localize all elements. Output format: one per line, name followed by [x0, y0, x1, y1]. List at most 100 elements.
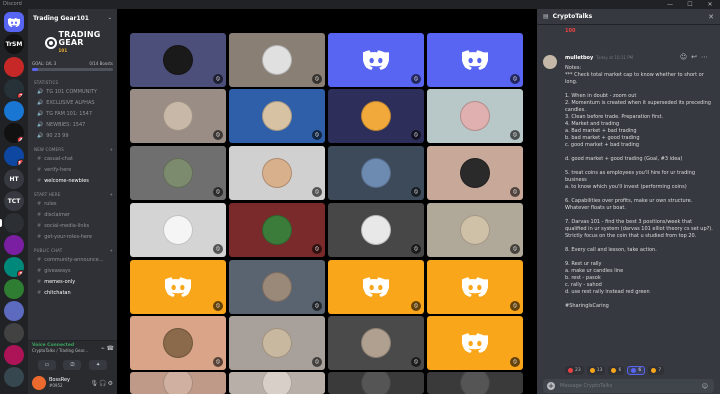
channel-start-3[interactable]: # get-your-roles-here [28, 232, 117, 243]
participant-tile[interactable]: ⦸ [427, 203, 523, 257]
add-channel-icon[interactable]: + [109, 147, 113, 152]
server-5-icon[interactable]: 16 [4, 146, 24, 166]
participant-tile[interactable]: ⦸ [328, 260, 424, 314]
emoji-picker-icon[interactable]: ☺ [702, 383, 710, 390]
channel-stats-4[interactable]: 🔊 90 23 99 [28, 131, 117, 142]
reaction-button[interactable]: 6 [627, 366, 646, 375]
channel-start-1[interactable]: # disclaimer [28, 210, 117, 221]
channel-stats-3[interactable]: 🔊 NEWBIES: 1547 [28, 120, 117, 131]
server-12-icon[interactable] [4, 345, 24, 365]
participant-tile[interactable]: ⦸ [229, 203, 325, 257]
author-name[interactable]: mulletboy [565, 55, 593, 61]
reaction-button[interactable]: 7 [648, 366, 665, 375]
reaction-button[interactable]: 13 [586, 366, 606, 375]
add-attachment-icon[interactable]: + [547, 382, 555, 390]
category-new-comers[interactable]: NEW COMERS + [28, 142, 117, 154]
channel-newcomers-1[interactable]: # verify-here [28, 165, 117, 176]
participant-tile[interactable]: ⦸ [427, 146, 523, 200]
server-tgsm-icon[interactable]: TrSM [4, 34, 24, 54]
server-9-icon[interactable] [4, 279, 24, 299]
headphones-icon[interactable]: 🎧 [99, 380, 107, 387]
server-4-icon[interactable]: 4 [4, 123, 24, 143]
participant-tile[interactable] [427, 372, 523, 394]
channel-public-2[interactable]: # memes-only [28, 277, 117, 288]
server-10-icon[interactable] [4, 301, 24, 321]
participant-tile[interactable]: ⦸ [328, 203, 424, 257]
channel-stats-0[interactable]: 🔊 TG 101 COMMUNITY [28, 87, 117, 98]
participant-tile[interactable]: ⦸ [229, 33, 325, 87]
participant-tile[interactable]: ⦸ [328, 316, 424, 370]
server-tct-icon[interactable]: TCT [4, 191, 24, 211]
message-author[interactable]: mulletboy Today at 10:11 PM [565, 55, 633, 61]
participant-tile[interactable]: ⦸ [328, 89, 424, 143]
minimize-button[interactable]: — [660, 0, 680, 9]
category-start-here[interactable]: START HERE + [28, 187, 117, 199]
participant-tile[interactable]: ⦸ [130, 146, 226, 200]
participant-tile[interactable]: ⦸ [130, 33, 226, 87]
server-11-icon[interactable] [4, 323, 24, 343]
channel-start-2[interactable]: # social-media-links [28, 221, 117, 232]
channel-start-0[interactable]: # rules [28, 199, 117, 210]
message-input[interactable]: + Message CryptoTalks ☺ [543, 379, 714, 393]
mute-icon[interactable]: 🎙 [91, 380, 100, 387]
avatar [361, 158, 391, 188]
participant-tile[interactable]: ⦸ [328, 146, 424, 200]
participant-tile[interactable]: ⦸ [229, 89, 325, 143]
activity-button[interactable]: ✦ [89, 360, 108, 370]
participant-tile[interactable]: ⦸ [130, 260, 226, 314]
participant-tile[interactable]: ⦸ [427, 316, 523, 370]
participant-tile[interactable]: ⦸ [427, 260, 523, 314]
reaction-button[interactable]: 6 [608, 366, 625, 375]
screen-share-button[interactable]: ⎚ [63, 360, 82, 370]
maximize-button[interactable]: ☐ [680, 0, 700, 9]
noise-suppression-icon[interactable]: ⌁ [101, 345, 105, 352]
speaker-icon: 🔊 [37, 133, 44, 139]
gear-icon[interactable]: ⚙ [108, 380, 114, 387]
server-ht-icon[interactable]: HT [4, 169, 24, 189]
video-button[interactable]: ▭ [37, 360, 56, 370]
close-button[interactable]: ✕ [700, 0, 720, 9]
server-7-icon[interactable] [4, 235, 24, 255]
participant-tile[interactable]: ⦸ [229, 260, 325, 314]
server-logo-text: TRADING GEAR 101 [58, 31, 100, 55]
reaction-button[interactable]: 23 [565, 366, 584, 375]
avatar[interactable] [543, 55, 557, 69]
avatar[interactable] [32, 376, 46, 390]
participant-tile[interactable]: ⦸ [130, 89, 226, 143]
close-icon[interactable]: ✕ [708, 13, 714, 21]
more-icon[interactable]: ⋯ [701, 53, 712, 61]
disconnect-icon[interactable]: ☎ [107, 345, 114, 352]
participant-tile[interactable]: ⦸ [130, 316, 226, 370]
server-2-icon[interactable]: 2 [4, 79, 24, 99]
discord-home-icon[interactable] [4, 12, 24, 32]
channel-public-0[interactable]: # community-announce... [28, 255, 117, 266]
participant-tile[interactable]: ⦸ [229, 316, 325, 370]
participant-tile[interactable] [229, 372, 325, 394]
participant-tile[interactable]: ⦸ [229, 146, 325, 200]
category-public-chat[interactable]: PUBLIC CHAT + [28, 243, 117, 255]
server-13-icon[interactable] [4, 367, 24, 387]
participant-tile[interactable]: ⦸ [130, 203, 226, 257]
category-statistics[interactable]: STATISTICS [28, 75, 117, 87]
add-channel-icon[interactable]: + [109, 192, 113, 197]
channel-newcomers-0[interactable]: # casual-chat [28, 154, 117, 165]
server-8-icon[interactable]: 1 [4, 257, 24, 277]
participant-tile[interactable]: ⦸ [427, 33, 523, 87]
add-channel-icon[interactable]: + [109, 248, 113, 253]
channel-public-1[interactable]: # giveaways [28, 266, 117, 277]
server-trading-gear-icon[interactable] [4, 213, 24, 233]
channel-stats-2[interactable]: 🔊 TG FAM 101: 1547 [28, 109, 117, 120]
channel-newcomers-2[interactable]: # welcome-newbies [28, 176, 117, 187]
participant-tile[interactable] [130, 372, 226, 394]
channel-public-3[interactable]: # chitchatan [28, 288, 117, 299]
reply-icon[interactable]: ↩ [691, 53, 701, 61]
add-reaction-icon[interactable]: ☺ [680, 53, 691, 61]
channel-stats-1[interactable]: 🔊 EXCLUSIVE ALPHAS [28, 98, 117, 109]
server-3-icon[interactable] [4, 101, 24, 121]
participant-tile[interactable]: ⦸ [427, 89, 523, 143]
participant-tile[interactable]: ⦸ [328, 33, 424, 87]
server-header[interactable]: Trading Gear101 ⌄ [28, 9, 117, 27]
participant-tile[interactable] [328, 372, 424, 394]
server-1-icon[interactable] [4, 57, 24, 77]
boost-goal[interactable]: GOAL: LVL 3 0/14 Boosts [32, 61, 113, 66]
